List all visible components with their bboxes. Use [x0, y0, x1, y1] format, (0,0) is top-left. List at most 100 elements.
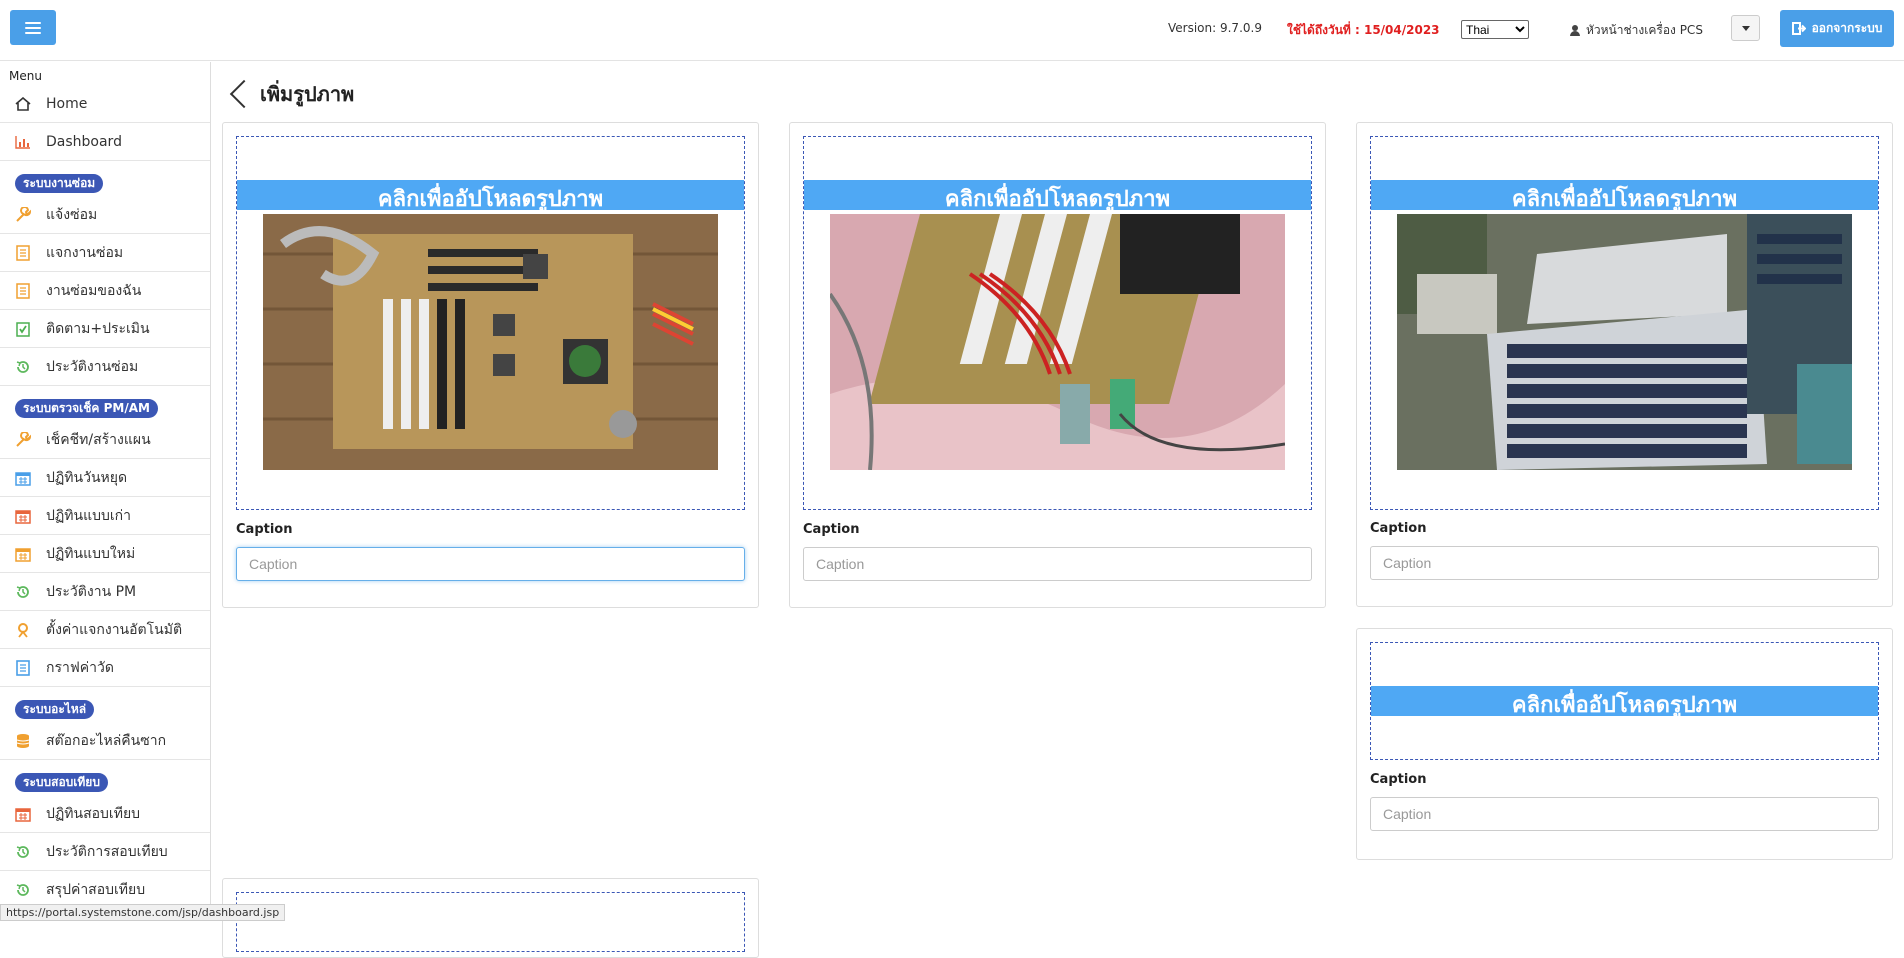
caret-down-icon: [1741, 25, 1750, 31]
sidebar-item-label: ปฏิทินแบบเก่า: [46, 507, 132, 524]
history-icon: [14, 882, 32, 898]
sidebar-item-new-calendar[interactable]: ปฏิทินแบบใหม่: [0, 535, 210, 573]
sidebar-item-label: งานซ่อมของฉัน: [46, 282, 142, 299]
sidebar-item-label: กราฟค่าวัด: [46, 659, 114, 676]
page-header: เพิ่มรูปภาพ: [228, 78, 354, 110]
wrench-icon: [14, 431, 32, 448]
sidebar-item-repair-history[interactable]: ประวัติงานซ่อม: [0, 348, 210, 386]
upload-dropzone[interactable]: คลิกเพื่ออัปโหลดรูปภาพ: [1370, 136, 1879, 510]
logout-button[interactable]: ออกจากระบบ: [1780, 10, 1894, 47]
section-spare-parts: ระบบอะไหล่: [0, 687, 210, 722]
sidebar-item-auto-assign[interactable]: ตั้งค่าแจกงานอัตโนมัติ: [0, 611, 210, 649]
user-icon: [1570, 25, 1580, 36]
section-calibration: ระบบสอบเทียบ: [0, 760, 210, 795]
page-title: เพิ่มรูปภาพ: [260, 82, 355, 106]
image-card: [222, 878, 759, 958]
sidebar-item-label: ปฏิทินสอบเทียบ: [46, 805, 141, 822]
sidebar-item-my-repairs[interactable]: งานซ่อมของฉัน: [0, 272, 210, 310]
section-title: ระบบสอบเทียบ: [15, 773, 108, 792]
sidebar-item-label: ติดตาม+ประเมิน: [46, 320, 150, 337]
motherboard-photo: [263, 214, 718, 470]
sidebar-item-label: ประวัติงาน PM: [46, 583, 137, 600]
logout-label: ออกจากระบบ: [1811, 21, 1883, 35]
upload-banner[interactable]: คลิกเพื่ออัปโหลดรูปภาพ: [804, 180, 1311, 210]
sidebar-item-dashboard[interactable]: Dashboard: [0, 123, 210, 161]
caption-input[interactable]: [1370, 546, 1879, 580]
upload-dropzone[interactable]: คลิกเพื่ออัปโหลดรูปภาพ: [803, 136, 1312, 510]
top-bar: Version: 9.7.0.9 ใช้ได้ถึงวันที่ : 15/04…: [0, 0, 1904, 61]
database-icon: [14, 733, 32, 749]
history-icon: [14, 844, 32, 860]
main-content: เพิ่มรูปภาพ คลิกเพื่ออัปโหลดรูปภาพ Capti…: [212, 62, 1904, 958]
sidebar-item-label: Home: [46, 95, 88, 112]
sidebar-item-measure-graph[interactable]: กราฟค่าวัด: [0, 649, 210, 687]
sidebar-item-label: แจกงานซ่อม: [46, 244, 124, 261]
document-icon: [14, 282, 32, 299]
caption-label: Caption: [1370, 772, 1427, 787]
history-icon: [14, 359, 32, 375]
sidebar-item-label: สรุปค่าสอบเทียบ: [46, 881, 146, 898]
list-icon: [14, 659, 32, 676]
sidebar-item-calibration-calendar[interactable]: ปฏิทินสอบเทียบ: [0, 795, 210, 833]
sidebar-item-label: แจ้งซ่อม: [46, 206, 98, 223]
caption-label: Caption: [803, 522, 860, 537]
sidebar-item-spare-stock[interactable]: สต๊อกอะไหล่คืนซาก: [0, 722, 210, 760]
upload-banner[interactable]: คลิกเพื่ออัปโหลดรูปภาพ: [237, 180, 744, 210]
sidebar-nav: Home Dashboard ระบบงานซ่อม แจ้งซ่อม แจกง…: [0, 85, 210, 909]
section-pm-am: ระบบตรวจเช็ค PM/AM: [0, 386, 210, 421]
menu-title: Menu: [9, 69, 42, 83]
expiry-label: ใช้ได้ถึงวันที่ : 15/04/2023: [1287, 23, 1440, 37]
sidebar-item-assign-repair[interactable]: แจกงานซ่อม: [0, 234, 210, 272]
checklist-icon: [14, 321, 32, 337]
calendar-icon: [14, 546, 32, 562]
menu-toggle-button[interactable]: [10, 10, 56, 45]
sidebar-item-label: Dashboard: [46, 133, 122, 150]
upload-banner[interactable]: คลิกเพื่ออัปโหลดรูปภาพ: [1371, 686, 1878, 716]
solar-rooftop-aerial-photo: [1397, 214, 1852, 470]
sidebar-item-label: ตั้งค่าแจกงานอัตโนมัติ: [46, 621, 183, 638]
sidebar-item-pm-history[interactable]: ประวัติงาน PM: [0, 573, 210, 611]
sidebar-item-track-evaluate[interactable]: ติดตาม+ประเมิน: [0, 310, 210, 348]
sidebar-item-checksheet[interactable]: เช็คชีท/สร้างแผน: [0, 421, 210, 459]
upload-dropzone[interactable]: คลิกเพื่ออัปโหลดรูปภาพ: [236, 136, 745, 510]
version-label: Version: 9.7.0.9: [1168, 21, 1262, 35]
section-title: ระบบอะไหล่: [15, 700, 95, 719]
image-card: คลิกเพื่ออัปโหลดรูปภาพ Caption Caption: [789, 122, 1326, 608]
caption-label: Caption: [236, 522, 293, 537]
sidebar-item-old-calendar[interactable]: ปฏิทินแบบเก่า: [0, 497, 210, 535]
upload-banner[interactable]: คลิกเพื่ออัปโหลดรูปภาพ: [1371, 180, 1878, 210]
calendar-icon: [14, 470, 32, 486]
calendar-icon: [14, 806, 32, 822]
user-dropdown-button[interactable]: [1731, 15, 1760, 41]
language-select[interactable]: Thai: [1461, 20, 1529, 39]
upload-dropzone[interactable]: [236, 892, 745, 952]
sidebar-item-label: เช็คชีท/สร้างแผน: [46, 431, 151, 448]
sidebar-item-label: ประวัติการสอบเทียบ: [46, 843, 168, 860]
sidebar-item-label: ประวัติงานซ่อม: [46, 358, 139, 375]
user-name: หัวหน้าช่างเครื่อง PCS: [1586, 23, 1703, 37]
image-card: คลิกเพื่ออัปโหลดรูปภาพ Caption Caption: [1356, 122, 1893, 607]
wrench-icon: [14, 206, 32, 223]
section-repair: ระบบงานซ่อม: [0, 161, 210, 196]
image-card: คลิกเพื่ออัปโหลดรูปภาพ Caption Caption: [222, 122, 759, 608]
sidebar-item-report-repair[interactable]: แจ้งซ่อม: [0, 196, 210, 234]
sidebar-item-home[interactable]: Home: [0, 85, 210, 123]
sidebar-item-label: ปฏิทินวันหยุด: [46, 469, 128, 486]
user-info: หัวหน้าช่างเครื่อง PCS: [1570, 21, 1703, 40]
back-arrow-icon[interactable]: [228, 78, 248, 110]
caption-input[interactable]: [236, 547, 745, 581]
bar-chart-icon: [14, 134, 32, 150]
logout-icon: [1791, 22, 1806, 35]
caption-input[interactable]: [803, 547, 1312, 581]
image-card: คลิกเพื่ออัปโหลดรูปภาพ Caption: [1356, 628, 1893, 860]
sidebar-item-holiday-calendar[interactable]: ปฏิทินวันหยุด: [0, 459, 210, 497]
status-bar-url: https://portal.systemstone.com/jsp/dashb…: [0, 904, 286, 921]
pci-slots-photo: [830, 214, 1285, 470]
sidebar-item-calibration-history[interactable]: ประวัติการสอบเทียบ: [0, 833, 210, 871]
caption-label: Caption: [1370, 521, 1427, 536]
section-title: ระบบงานซ่อม: [15, 174, 104, 193]
sidebar-item-label: สต๊อกอะไหล่คืนซาก: [46, 732, 167, 749]
document-icon: [14, 244, 32, 261]
upload-dropzone[interactable]: คลิกเพื่ออัปโหลดรูปภาพ: [1370, 642, 1879, 760]
caption-input[interactable]: [1370, 797, 1879, 831]
